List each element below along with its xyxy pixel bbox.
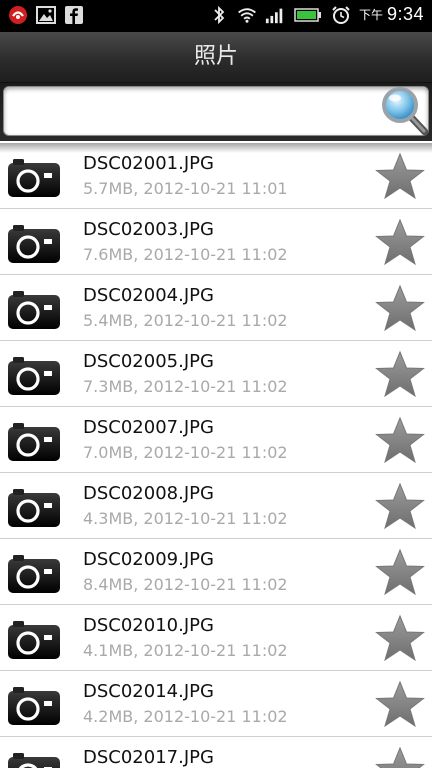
star-icon[interactable] bbox=[374, 614, 426, 664]
status-ampm: 下午 bbox=[358, 8, 383, 22]
signal-icon bbox=[265, 5, 285, 25]
list-item[interactable]: DSC02004.JPG 5.4MB, 2012-10-21 11:02 bbox=[0, 275, 432, 341]
list-item[interactable]: DSC02001.JPG 5.7MB, 2012-10-21 11:01 bbox=[0, 143, 432, 209]
file-meta: 7.3MB, 2012-10-21 11:02 bbox=[83, 377, 288, 396]
search-field-container bbox=[3, 86, 429, 136]
file-meta: 4.3MB, 2012-10-21 11:02 bbox=[83, 509, 288, 528]
file-name: DSC02003.JPG bbox=[83, 219, 214, 240]
wifi-icon bbox=[237, 5, 257, 25]
facebook-icon bbox=[64, 5, 84, 25]
camera-icon bbox=[8, 291, 60, 329]
file-name: DSC02005.JPG bbox=[83, 351, 214, 372]
camera-icon bbox=[8, 357, 60, 395]
star-icon[interactable] bbox=[374, 482, 426, 532]
status-bar: 下午 9:34 bbox=[0, 0, 432, 32]
camera-icon bbox=[8, 489, 60, 527]
camera-icon bbox=[8, 687, 60, 725]
list-item[interactable]: DSC02005.JPG 7.3MB, 2012-10-21 11:02 bbox=[0, 341, 432, 407]
list-item[interactable]: DSC02017.JPG bbox=[0, 737, 432, 768]
search-icon bbox=[382, 87, 429, 136]
file-meta: 4.1MB, 2012-10-21 11:02 bbox=[83, 641, 288, 660]
list-item[interactable]: DSC02007.JPG 7.0MB, 2012-10-21 11:02 bbox=[0, 407, 432, 473]
file-name: DSC02014.JPG bbox=[83, 681, 214, 702]
list-item[interactable]: DSC02009.JPG 8.4MB, 2012-10-21 11:02 bbox=[0, 539, 432, 605]
camera-icon bbox=[8, 621, 60, 659]
search-button[interactable] bbox=[378, 83, 430, 137]
alarm-icon bbox=[331, 5, 351, 25]
file-meta: 7.0MB, 2012-10-21 11:02 bbox=[83, 443, 288, 462]
page-title: 照片 bbox=[0, 32, 432, 83]
star-icon[interactable] bbox=[374, 746, 426, 768]
battery-icon bbox=[293, 5, 323, 25]
file-meta: 5.4MB, 2012-10-21 11:02 bbox=[83, 311, 288, 330]
file-meta: 7.6MB, 2012-10-21 11:02 bbox=[83, 245, 288, 264]
star-icon[interactable] bbox=[374, 350, 426, 400]
file-name: DSC02004.JPG bbox=[83, 285, 214, 306]
list-item[interactable]: DSC02010.JPG 4.1MB, 2012-10-21 11:02 bbox=[0, 605, 432, 671]
file-name: DSC02017.JPG bbox=[83, 747, 214, 768]
star-icon[interactable] bbox=[374, 680, 426, 730]
photo-list: DSC02001.JPG 5.7MB, 2012-10-21 11:01 DSC… bbox=[0, 143, 432, 768]
file-name: DSC02009.JPG bbox=[83, 549, 214, 570]
star-icon[interactable] bbox=[374, 284, 426, 334]
bluetooth-icon bbox=[209, 5, 229, 25]
camera-icon bbox=[8, 555, 60, 593]
star-icon[interactable] bbox=[374, 416, 426, 466]
app-icon bbox=[8, 5, 28, 25]
list-item[interactable]: DSC02003.JPG 7.6MB, 2012-10-21 11:02 bbox=[0, 209, 432, 275]
file-meta: 8.4MB, 2012-10-21 11:02 bbox=[83, 575, 288, 594]
star-icon[interactable] bbox=[374, 152, 426, 202]
star-icon[interactable] bbox=[374, 548, 426, 598]
file-name: DSC02008.JPG bbox=[83, 483, 214, 504]
list-item[interactable]: DSC02014.JPG 4.2MB, 2012-10-21 11:02 bbox=[0, 671, 432, 737]
file-name: DSC02007.JPG bbox=[83, 417, 214, 438]
file-name: DSC02001.JPG bbox=[83, 153, 214, 174]
status-time: 9:34 bbox=[386, 4, 424, 24]
file-name: DSC02010.JPG bbox=[83, 615, 214, 636]
search-input[interactable] bbox=[12, 95, 376, 127]
gallery-icon bbox=[36, 5, 56, 25]
camera-icon bbox=[8, 159, 60, 197]
file-meta: 5.7MB, 2012-10-21 11:01 bbox=[83, 179, 288, 198]
camera-icon bbox=[8, 423, 60, 461]
file-meta: 4.2MB, 2012-10-21 11:02 bbox=[83, 707, 288, 726]
list-item[interactable]: DSC02008.JPG 4.3MB, 2012-10-21 11:02 bbox=[0, 473, 432, 539]
camera-icon bbox=[8, 225, 60, 263]
search-area bbox=[0, 83, 432, 141]
camera-icon bbox=[8, 753, 60, 768]
star-icon[interactable] bbox=[374, 218, 426, 268]
